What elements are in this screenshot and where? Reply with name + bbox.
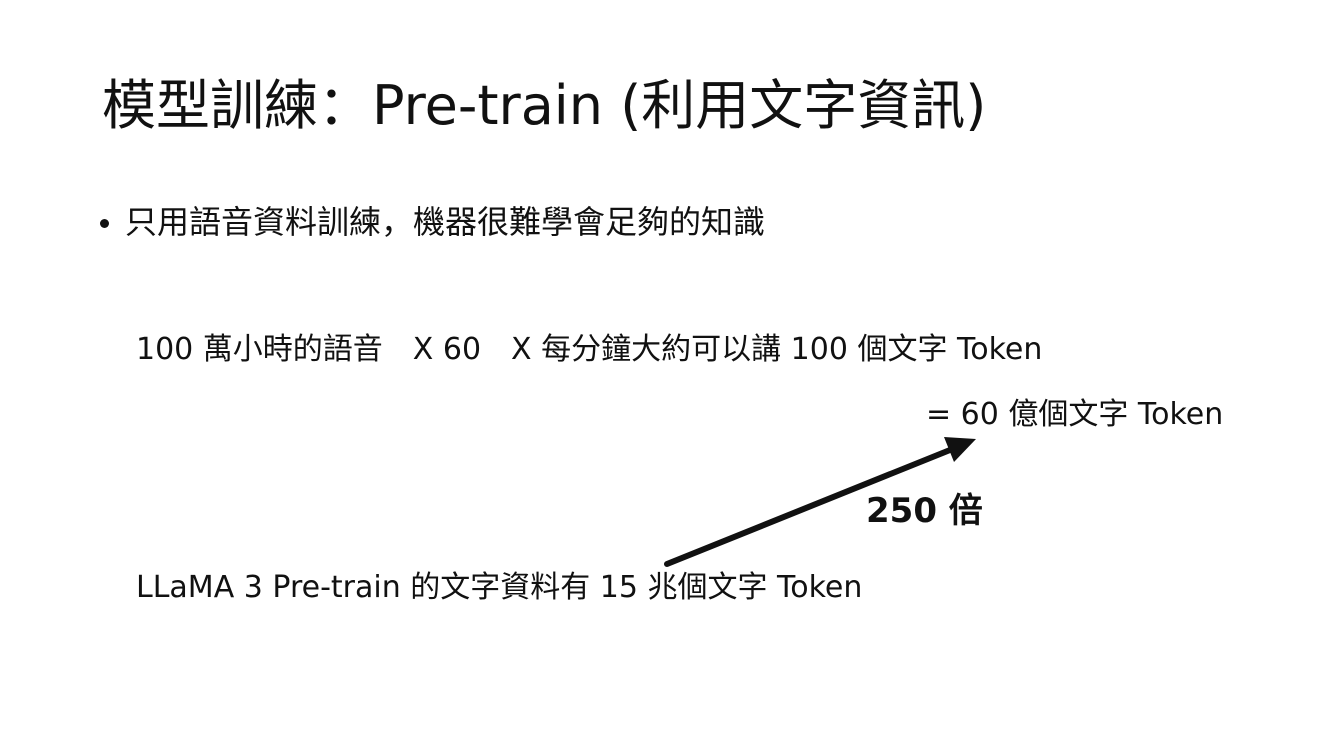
bullet-item: 只用語音資料訓練，機器很難學會足夠的知識: [100, 198, 765, 246]
bullet-text: 只用語音資料訓練，機器很難學會足夠的知識: [125, 203, 766, 241]
slide-title: 模型訓練：Pre-train (利用文字資訊): [102, 74, 987, 137]
calculation-line: 100 萬小時的語音 X 60 X 每分鐘大約可以講 100 個文字 Token: [136, 332, 1043, 367]
slide: 模型訓練：Pre-train (利用文字資訊) 只用語音資料訓練，機器很難學會足…: [0, 0, 1334, 750]
result-line: = 60 億個文字 Token: [926, 397, 1224, 432]
bullet-dot-icon: [100, 218, 109, 228]
llama-line: LLaMA 3 Pre-train 的文字資料有 15 兆個文字 Token: [136, 570, 863, 605]
factor-label: 250 倍: [866, 491, 983, 531]
